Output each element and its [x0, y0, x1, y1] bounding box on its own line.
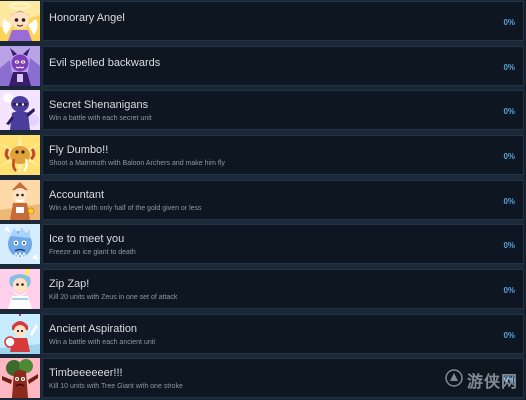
achievement-title: Secret Shenanigans: [49, 99, 149, 111]
achievement-row[interactable]: Honorary Angel 0%: [0, 0, 526, 42]
achievement-percent: 0%: [503, 63, 515, 72]
achievement-panel: Honorary Angel 0%: [42, 1, 524, 41]
achievement-row[interactable]: Fly Dumbo!! Shoot a Mammoth with Baloon …: [0, 134, 526, 176]
achievement-title: Zip Zap!: [49, 278, 90, 290]
watermark-text: 游侠网: [466, 374, 518, 391]
achievement-description: Freeze an ice giant to death: [49, 249, 136, 256]
flying-mammoth-icon: [0, 135, 40, 175]
achievement-panel: Fly Dumbo!! Shoot a Mammoth with Baloon …: [42, 135, 524, 175]
zeus-character-icon: [0, 269, 40, 309]
achievement-percent: 0%: [503, 197, 515, 206]
achievement-row[interactable]: Secret Shenanigans Win a battle with eac…: [0, 89, 526, 131]
angel-character-icon: [0, 1, 40, 41]
achievement-description: Kill 10 units with Tree Giant with one s…: [49, 383, 183, 390]
achievement-title: Evil spelled backwards: [49, 57, 161, 69]
achievement-title: Ancient Aspiration: [49, 323, 138, 335]
achievement-percent: 0%: [503, 331, 515, 340]
watermark: 游侠网: [445, 368, 518, 392]
youxia-logo-icon: [445, 368, 463, 392]
achievement-panel: Ice to meet you Freeze an ice giant to d…: [42, 224, 524, 264]
accountant-character-icon: [0, 180, 40, 220]
achievement-description: Win a battle with each ancient unit: [49, 339, 156, 346]
achievement-title: Honorary Angel: [49, 12, 125, 24]
achievement-row[interactable]: Zip Zap! Kill 20 units with Zeus in one …: [0, 268, 526, 310]
achievement-title: Ice to meet you: [49, 233, 125, 245]
secret-unit-icon: [0, 90, 40, 130]
achievement-description: Win a battle with each secret unit: [49, 115, 152, 122]
achievement-row[interactable]: Accountant Win a level with only half of…: [0, 179, 526, 221]
achievement-description: Kill 20 units with Zeus in one set of at…: [49, 294, 178, 301]
achievement-panel: Evil spelled backwards 0%: [42, 46, 524, 86]
demon-character-icon: [0, 46, 40, 86]
achievement-description: Win a level with only half of the gold g…: [49, 205, 202, 212]
achievement-percent: 0%: [503, 152, 515, 161]
achievement-panel: Ancient Aspiration Win a battle with eac…: [42, 314, 524, 354]
achievement-panel: Accountant Win a level with only half of…: [42, 180, 524, 220]
ice-giant-icon: [0, 224, 40, 264]
achievement-percent: 0%: [503, 18, 515, 27]
ancient-unit-icon: [0, 314, 40, 354]
achievement-row[interactable]: Evil spelled backwards 0%: [0, 45, 526, 87]
achievement-panel: Zip Zap! Kill 20 units with Zeus in one …: [42, 269, 524, 309]
tree-giant-icon: [0, 358, 40, 398]
achievement-title: Accountant: [49, 189, 105, 201]
achievement-title: Timbeeeeeer!!!: [49, 367, 123, 379]
achievement-row[interactable]: Ice to meet you Freeze an ice giant to d…: [0, 223, 526, 265]
achievement-row[interactable]: Ancient Aspiration Win a battle with eac…: [0, 313, 526, 355]
achievement-title: Fly Dumbo!!: [49, 144, 109, 156]
achievement-description: Shoot a Mammoth with Baloon Archers and …: [49, 160, 225, 167]
achievement-percent: 0%: [503, 286, 515, 295]
achievement-panel: Secret Shenanigans Win a battle with eac…: [42, 90, 524, 130]
achievement-percent: 0%: [503, 241, 515, 250]
achievement-percent: 0%: [503, 107, 515, 116]
